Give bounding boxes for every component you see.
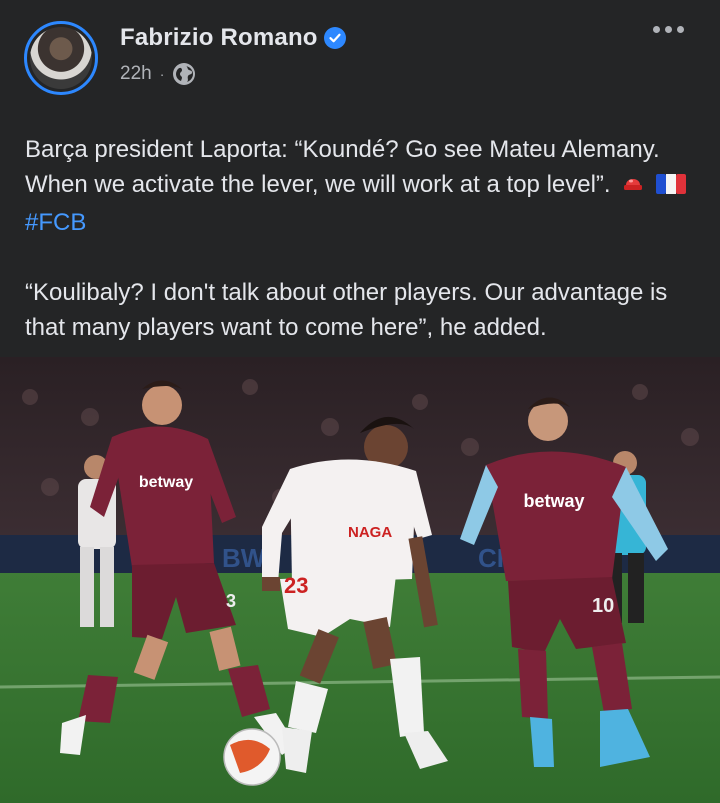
globe-icon[interactable] [172, 62, 196, 86]
shirt-number-2: 23 [284, 573, 308, 598]
post-paragraph-2: “Koulibaly? I don't talk about other pla… [25, 279, 668, 341]
sponsor-text-2: NAGA [348, 524, 392, 541]
sponsor-text-1: betway [139, 474, 193, 491]
facebook-post: Fabrizio Romano 22h · Barça president La… [0, 0, 720, 803]
post-meta: 22h · [120, 62, 196, 86]
author-name[interactable]: Fabrizio Romano [120, 24, 318, 52]
shirt-number-1: 3 [226, 591, 236, 611]
france-flag-emoji-icon [655, 170, 686, 205]
verified-badge-icon [323, 27, 346, 49]
profile-avatar-ring[interactable] [24, 21, 98, 95]
post-text: Barça president Laporta: “Koundé? Go see… [25, 132, 695, 345]
red-light-emoji-icon [621, 170, 645, 205]
avatar[interactable] [30, 27, 92, 89]
post-timestamp[interactable]: 22h [120, 63, 152, 85]
meta-separator: · [159, 66, 165, 82]
post-paragraph-1: Barça president Laporta: “Koundé? Go see… [25, 132, 695, 240]
paragraph-1-text: Barça president Laporta: “Koundé? Go see… [25, 136, 660, 198]
football-icon [223, 728, 281, 786]
more-options-icon[interactable] [653, 26, 684, 33]
post-photo[interactable]: BWI CHI betway 3 NAGA 23 betway 10 [0, 357, 720, 803]
hashtag-link[interactable]: #FCB [25, 209, 86, 236]
shirt-number-3: 10 [592, 595, 614, 617]
author-row: Fabrizio Romano [120, 24, 346, 52]
sponsor-text-3: betway [523, 491, 584, 511]
